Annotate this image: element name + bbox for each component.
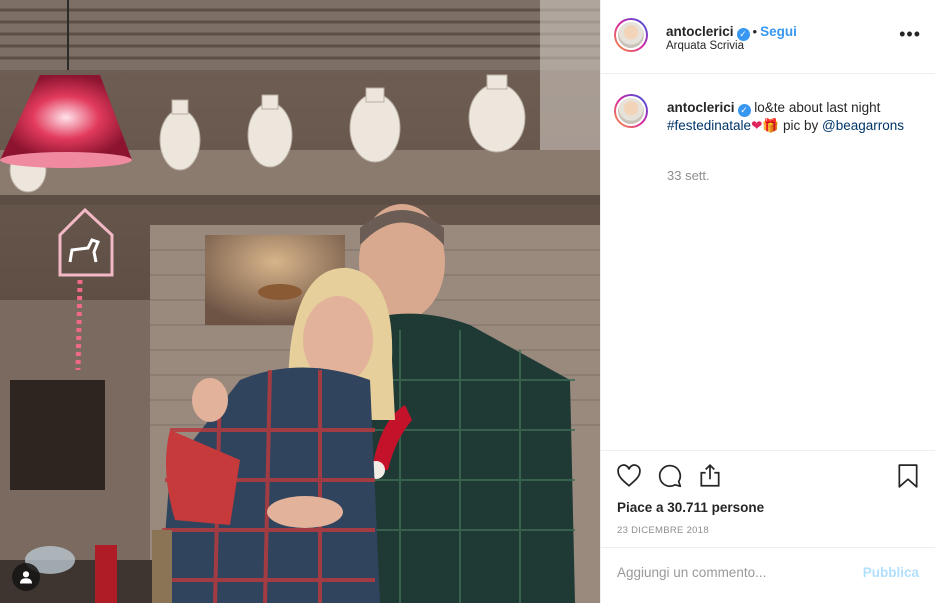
caption-body: lo&te about last night bbox=[754, 100, 881, 115]
username-link[interactable]: antoclerici bbox=[666, 24, 734, 39]
comment-icon[interactable] bbox=[657, 463, 683, 489]
user-tag-icon[interactable] bbox=[12, 563, 40, 591]
person-icon bbox=[20, 571, 32, 584]
heart-icon[interactable] bbox=[616, 463, 642, 489]
caption-text: antoclerici ✓ lo&te about last night #fes… bbox=[667, 99, 917, 135]
photo-scene bbox=[0, 0, 600, 603]
heart-emoji: ❤ bbox=[751, 118, 763, 133]
post-side-panel: antoclerici ✓ • Segui Arquata Scrivia ••• a… bbox=[600, 0, 935, 603]
caption-body-2: pic by bbox=[782, 118, 819, 133]
gift-emoji: 🎁 bbox=[762, 118, 780, 133]
header-user-line: antoclerici ✓ • Segui bbox=[666, 23, 797, 41]
hashtag-link[interactable]: #festedinatale bbox=[667, 118, 751, 133]
mention-link[interactable]: @beagarrons bbox=[822, 118, 904, 133]
separator-dot: • bbox=[752, 24, 758, 39]
likes-count[interactable]: Piace a 30.711 persone bbox=[617, 500, 764, 515]
location-link[interactable]: Arquata Scrivia bbox=[666, 40, 744, 52]
share-icon[interactable] bbox=[697, 463, 723, 489]
post-date[interactable]: 23 DICEMBRE 2018 bbox=[617, 525, 709, 536]
more-options-icon[interactable]: ••• bbox=[899, 24, 921, 45]
post-actions: Piace a 30.711 persone 23 DICEMBRE 2018 … bbox=[601, 450, 935, 597]
verified-badge-icon: ✓ bbox=[737, 104, 751, 117]
add-comment-bar: Aggiungi un commento... Pubblica bbox=[601, 547, 935, 598]
comment-input[interactable]: Aggiungi un commento... bbox=[617, 565, 766, 580]
post-header: antoclerici ✓ • Segui Arquata Scrivia ••• bbox=[601, 0, 935, 74]
avatar[interactable] bbox=[614, 18, 648, 52]
avatar[interactable] bbox=[614, 94, 648, 128]
follow-button[interactable]: Segui bbox=[760, 24, 797, 39]
publish-button[interactable]: Pubblica bbox=[863, 565, 919, 580]
bookmark-icon[interactable] bbox=[895, 463, 921, 489]
post-photo[interactable] bbox=[0, 0, 600, 603]
caption-username-link[interactable]: antoclerici bbox=[667, 100, 735, 115]
caption-timestamp[interactable]: 33 sett. bbox=[667, 168, 710, 183]
